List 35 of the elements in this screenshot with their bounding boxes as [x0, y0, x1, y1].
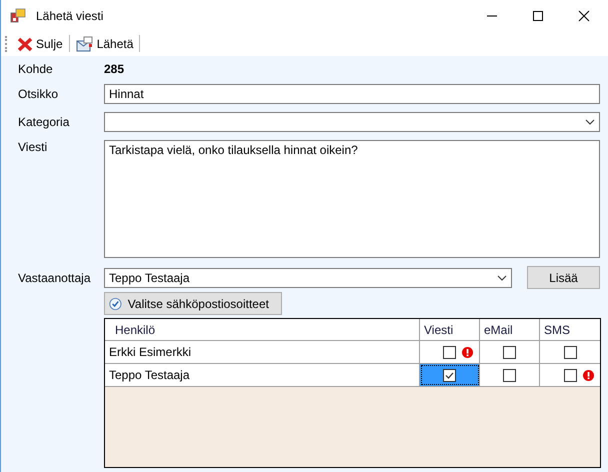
- checkbox[interactable]: [443, 368, 456, 382]
- checkbox[interactable]: [503, 368, 516, 382]
- recipient-label: Vastaanottaja: [18, 270, 92, 284]
- message-label: Viesti: [18, 140, 48, 154]
- checkbox[interactable]: [443, 346, 456, 358]
- subject-label: Otsikko: [18, 87, 60, 101]
- close-icon[interactable]: [578, 10, 590, 22]
- envelope-icon: [76, 36, 94, 52]
- close-icon: [17, 36, 33, 52]
- table-cell: Erkki Esimerkki: [105, 341, 420, 363]
- app-icon: [10, 8, 26, 24]
- column-header[interactable]: eMail: [480, 319, 540, 340]
- checkbox[interactable]: [564, 346, 576, 358]
- recipient-dropdown[interactable]: Teppo Testaaja: [104, 268, 512, 288]
- column-header[interactable]: SMS: [540, 319, 600, 340]
- chevron-down-icon: [585, 119, 595, 125]
- target-value: 285: [104, 62, 124, 76]
- category-dropdown[interactable]: [104, 112, 600, 132]
- message-field[interactable]: Tarkistapa vielä, onko tilauksella hinnat oikein?: [104, 140, 600, 258]
- checkbox[interactable]: [564, 368, 576, 382]
- selected-cell[interactable]: [420, 364, 480, 386]
- window-title: Lähetä viesti: [36, 8, 104, 22]
- checkbox[interactable]: [503, 346, 516, 358]
- close-button[interactable]: Sulje: [14, 34, 66, 54]
- choose-emails-button[interactable]: Valitse sähköpostiosoitteet: [104, 292, 282, 315]
- category-label: Kategoria: [18, 115, 70, 129]
- column-header[interactable]: Viesti: [420, 319, 480, 340]
- maximize-icon[interactable]: [532, 10, 544, 22]
- checkmark-circle-icon: [109, 296, 122, 312]
- subject-field[interactable]: Hinnat: [104, 84, 600, 104]
- send-button[interactable]: Lähetä: [72, 34, 136, 54]
- add-button[interactable]: Lisää: [527, 266, 600, 289]
- chevron-down-icon: [497, 274, 507, 280]
- column-header[interactable]: Henkilö: [105, 319, 420, 340]
- target-label: Kohde: [18, 62, 54, 76]
